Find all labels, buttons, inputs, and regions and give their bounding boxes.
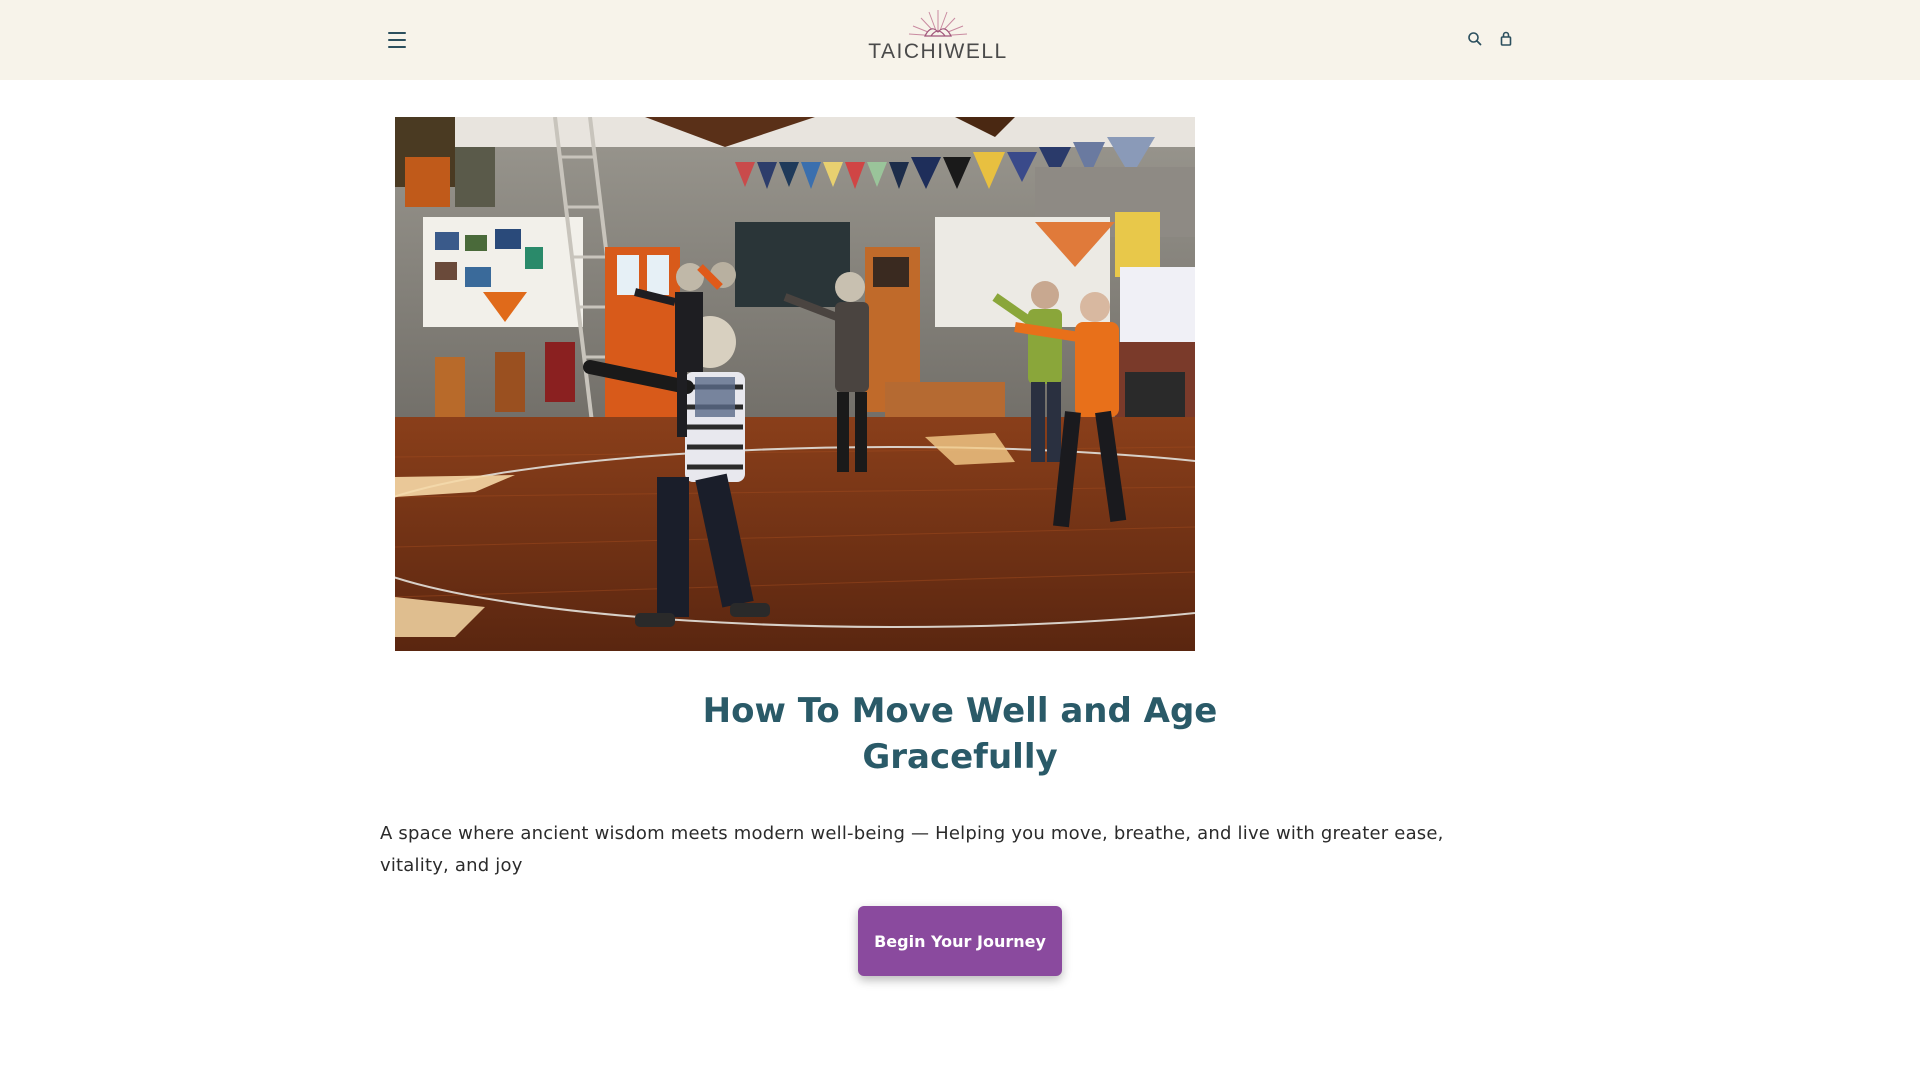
page-title: How To Move Well and Age Gracefully [702, 691, 1218, 777]
logo-text: TAICHIWELL [868, 40, 1008, 63]
hero-image [395, 117, 1195, 651]
site-header: TAICHIWELL [0, 0, 1920, 80]
menu-line [388, 32, 406, 34]
search-icon[interactable] [1466, 30, 1484, 48]
site-logo[interactable]: TAICHIWELL [868, 6, 1008, 72]
menu-line [388, 46, 406, 48]
logo-sunburst-icon [908, 10, 968, 37]
hamburger-menu-icon[interactable] [386, 30, 408, 50]
hero-tagline: A space where ancient wisdom meets moder… [380, 823, 1444, 876]
shopping-bag-icon[interactable] [1497, 30, 1515, 48]
begin-journey-button[interactable]: Begin Your Journey [858, 906, 1062, 976]
tai-chi-class-photo [395, 117, 1195, 651]
menu-line [388, 39, 406, 41]
